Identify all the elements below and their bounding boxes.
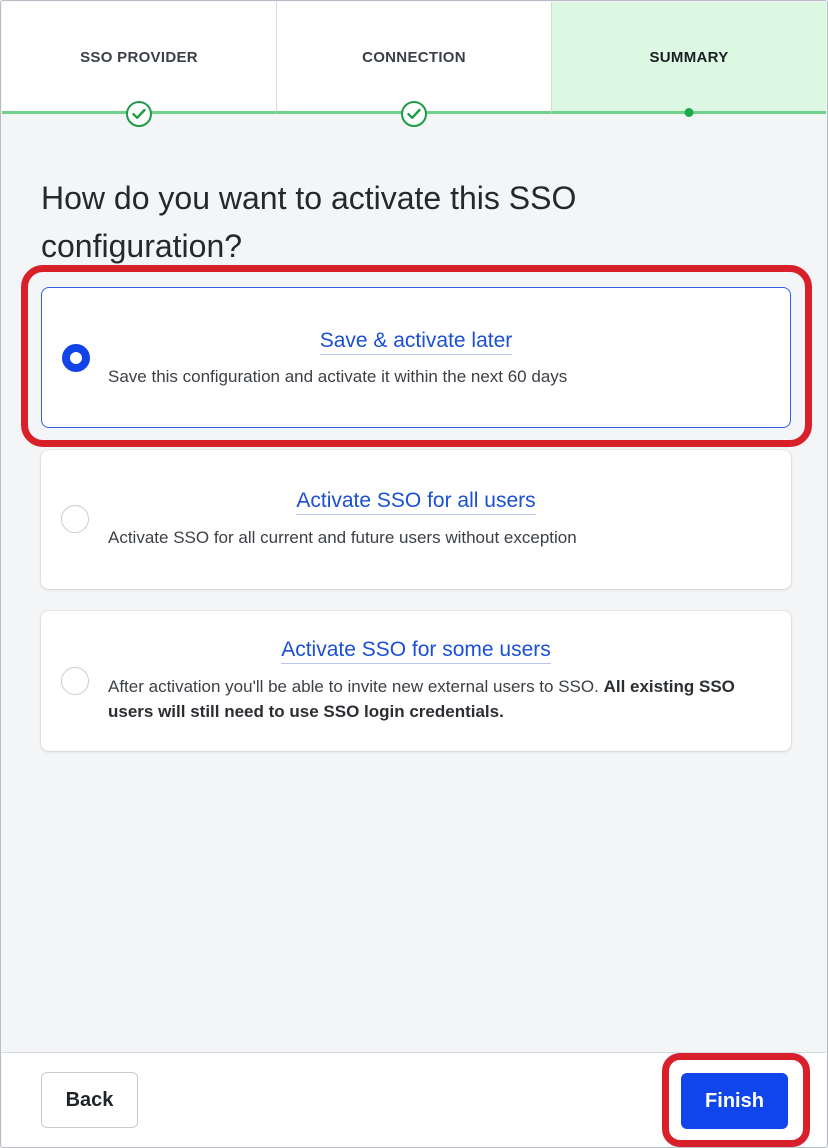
option-description: After activation you'll be able to invit… [108,674,771,724]
step-connection[interactable]: CONNECTION [277,2,552,127]
option-description: Save this configuration and activate it … [108,367,568,386]
highlight-box [662,1053,810,1147]
sso-wizard: SSO PROVIDER CONNECTION SUMMARY How do y… [0,0,828,1148]
step-label: SSO PROVIDER [80,49,198,66]
step-label: SUMMARY [649,49,729,66]
option-title[interactable]: Activate SSO for all users [41,489,791,515]
radio-unselected[interactable] [61,667,89,695]
option-description: Activate SSO for all current and future … [108,528,577,547]
page-title: How do you want to activate this SSO con… [41,180,577,265]
step-sso-provider[interactable]: SSO PROVIDER [2,2,277,127]
option-activate-all-users[interactable]: Activate SSO for all users Activate SSO … [41,450,791,589]
check-icon [126,101,152,127]
step-label: CONNECTION [362,49,466,66]
option-title[interactable]: Activate SSO for some users [41,638,791,664]
stepper: SSO PROVIDER CONNECTION SUMMARY [2,2,826,127]
current-step-dot-icon [684,108,694,117]
step-summary[interactable]: SUMMARY [552,2,826,117]
option-title[interactable]: Save & activate later [42,329,790,355]
back-button[interactable]: Back [41,1072,138,1128]
option-activate-some-users[interactable]: Activate SSO for some users After activa… [41,611,791,751]
option-save-activate-later[interactable]: Save & activate later Save this configur… [41,287,791,428]
option-description-text: After activation you'll be able to invit… [108,677,599,696]
check-icon [401,101,427,127]
